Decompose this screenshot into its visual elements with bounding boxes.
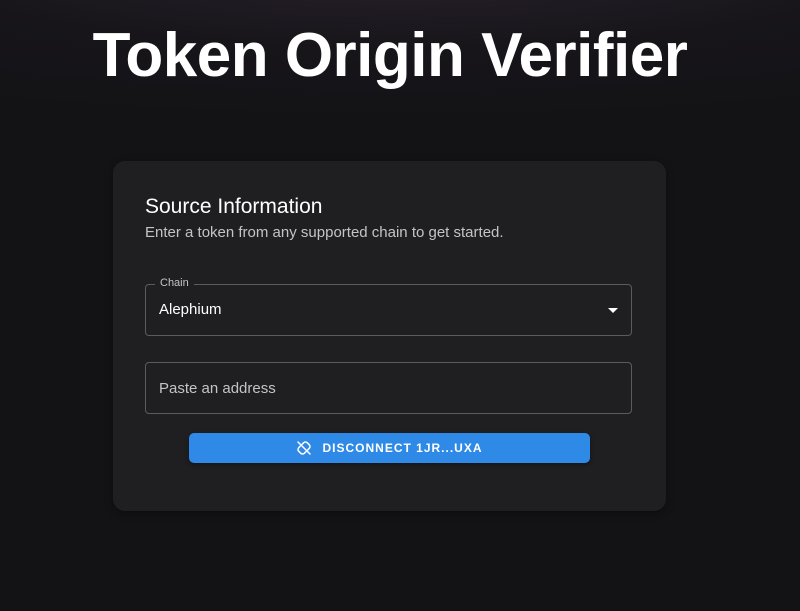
card-subtitle: Enter a token from any supported chain t… [145, 224, 504, 241]
chain-select-value: Alephium [159, 301, 222, 318]
address-field [145, 362, 632, 414]
page-title: Token Origin Verifier [92, 21, 688, 90]
chain-select[interactable]: Chain Alephium [145, 277, 632, 336]
chain-label: Chain [155, 277, 194, 289]
address-input[interactable] [146, 363, 631, 413]
disconnect-button-label: DISCONNECT 1JR...UXA [322, 441, 483, 455]
disconnect-wallet-button[interactable]: DISCONNECT 1JR...UXA [189, 433, 590, 463]
link-off-icon [296, 440, 312, 456]
source-information-card: Source Information Enter a token from an… [113, 161, 666, 511]
card-title: Source Information [145, 195, 323, 218]
chevron-down-icon[interactable] [608, 308, 618, 313]
